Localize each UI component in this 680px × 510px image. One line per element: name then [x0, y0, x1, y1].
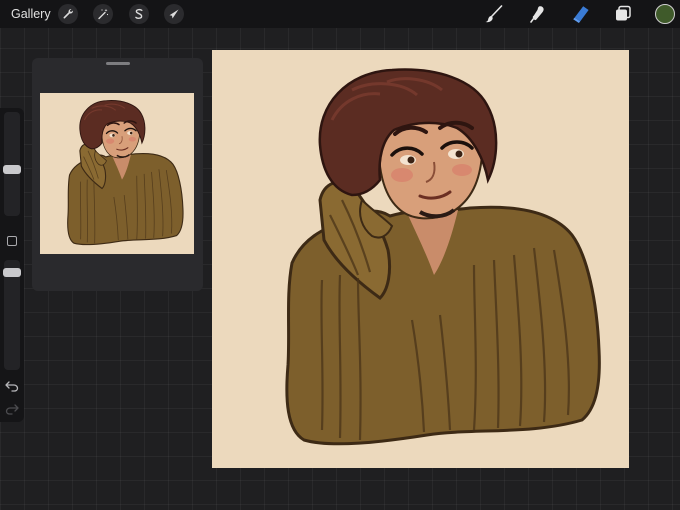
brush-size-thumb[interactable]: [3, 165, 21, 174]
reference-drag-handle[interactable]: [106, 62, 130, 65]
wrench-icon: [63, 9, 73, 19]
selection-button[interactable]: [129, 4, 149, 24]
color-picker-button[interactable]: [655, 4, 675, 24]
modify-button[interactable]: [7, 236, 17, 246]
undo-icon[interactable]: [5, 380, 19, 392]
opacity-thumb[interactable]: [3, 268, 21, 277]
adjustments-button[interactable]: [93, 4, 113, 24]
artwork-canvas[interactable]: [212, 50, 629, 468]
transform-button[interactable]: [164, 4, 184, 24]
selection-s-icon: [135, 8, 143, 19]
eraser-icon[interactable]: [570, 5, 590, 23]
actions-button[interactable]: [58, 4, 78, 24]
smudge-icon[interactable]: [528, 5, 548, 23]
top-toolbar: Gallery: [0, 0, 680, 28]
redo-icon[interactable]: [5, 403, 19, 415]
reference-thumbnail: [40, 93, 194, 254]
gallery-button[interactable]: Gallery: [11, 7, 51, 21]
reference-window[interactable]: [32, 58, 203, 291]
magic-wand-icon: [98, 8, 109, 20]
brush-icon[interactable]: [484, 5, 504, 23]
layers-icon[interactable]: [613, 5, 633, 23]
opacity-slider[interactable]: [3, 260, 21, 370]
brush-size-slider[interactable]: [3, 112, 21, 216]
arrow-cursor-icon: [169, 9, 179, 19]
left-sidebar: [0, 108, 24, 422]
